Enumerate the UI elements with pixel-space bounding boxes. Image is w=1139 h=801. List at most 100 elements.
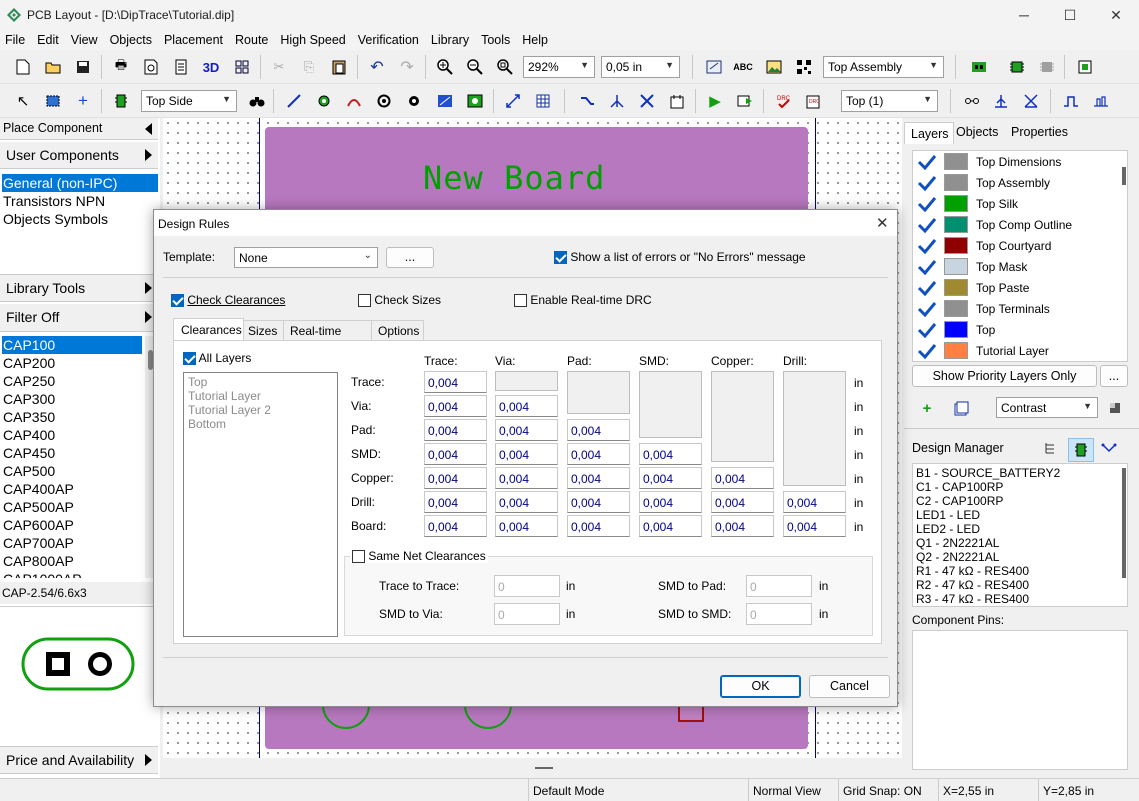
scroll-thumb[interactable]	[1122, 167, 1126, 185]
canvas-splitter[interactable]	[163, 758, 902, 778]
clearance-input[interactable]: 0,004	[567, 443, 630, 465]
layer-row[interactable]: Top Courtyard	[913, 235, 1113, 256]
clearance-input[interactable]: 0,004	[639, 443, 702, 465]
redo-icon[interactable]: ↷	[398, 58, 416, 76]
dm-nets-icon[interactable]	[1100, 439, 1118, 457]
drc-icon[interactable]: DRC	[775, 92, 793, 110]
minimize-icon[interactable]: ─	[1001, 0, 1047, 30]
menu-route[interactable]: Route	[229, 33, 274, 47]
layer-color-swatch[interactable]	[944, 342, 968, 359]
close-icon[interactable]: ✕	[876, 214, 889, 232]
pad-icon[interactable]	[375, 92, 393, 110]
dm-component-view-icon[interactable]	[1068, 438, 1094, 462]
tab-options[interactable]: Options	[372, 320, 424, 341]
clearance-input[interactable]: 0,004	[424, 491, 487, 513]
all-layers-checkbox[interactable]: All Layers	[183, 351, 251, 366]
clearance-input[interactable]: 0,004	[639, 515, 702, 537]
place-component-header[interactable]: Place Component	[0, 118, 158, 140]
user-components-header[interactable]: User Components	[0, 142, 158, 169]
visibility-check-icon[interactable]	[917, 154, 937, 170]
layer-row[interactable]: Top Assembly	[913, 172, 1113, 193]
smd-to-smd-input[interactable]: 0	[746, 603, 812, 625]
smd-to-via-input[interactable]: 0	[494, 603, 560, 625]
layer-list-item[interactable]: Tutorial Layer	[188, 389, 333, 403]
arc-trace-icon[interactable]	[345, 92, 363, 110]
clearance-input[interactable]: 0,004	[495, 467, 558, 489]
check-sizes-checkbox[interactable]: Check Sizes	[358, 293, 441, 308]
design-manager-item[interactable]: R2 - 47 kΩ - RES400	[916, 578, 1029, 592]
clearance-input[interactable]: 0,004	[567, 491, 630, 513]
layer-row[interactable]: Top Dimensions	[913, 151, 1113, 172]
clearance-input[interactable]: 0,004	[711, 491, 774, 513]
component-item[interactable]: CAP600AP	[2, 516, 74, 534]
visibility-check-icon[interactable]	[917, 175, 937, 191]
component-item[interactable]: CAP1000AP	[2, 570, 82, 578]
design-manager-item[interactable]: B1 - SOURCE_BATTERY2	[916, 466, 1060, 480]
layer-row[interactable]: Top	[913, 319, 1113, 340]
tab-layers[interactable]: Layers	[904, 122, 954, 144]
clearance-input[interactable]: 0,004	[495, 395, 558, 417]
component-item[interactable]: CAP800AP	[2, 552, 74, 570]
component-item[interactable]: CAP400AP	[2, 480, 74, 498]
report-icon[interactable]	[172, 58, 190, 76]
visibility-check-icon[interactable]	[917, 322, 937, 338]
clearance-input[interactable]: 0,004	[424, 443, 487, 465]
unroute-icon[interactable]	[638, 92, 656, 110]
component-item[interactable]: CAP700AP	[2, 534, 74, 552]
menu-objects[interactable]: Objects	[104, 33, 158, 47]
net-icon[interactable]	[992, 92, 1010, 110]
price-availability-header[interactable]: Price and Availability	[0, 746, 158, 774]
library-group-item[interactable]: Transistors NPN	[2, 192, 105, 210]
place-via-icon[interactable]	[315, 92, 333, 110]
clearance-input[interactable]: 0,004	[783, 515, 846, 537]
clearance-input[interactable]: 0,004	[495, 443, 558, 465]
layer-color-swatch[interactable]	[944, 216, 968, 233]
3d-view-icon[interactable]: 3D	[202, 58, 220, 76]
binoculars-icon[interactable]	[248, 92, 266, 110]
component-item[interactable]: CAP300	[2, 390, 55, 408]
layer-color-swatch[interactable]	[944, 153, 968, 170]
clearance-input[interactable]: 0,004	[424, 515, 487, 537]
undo-icon[interactable]: ↶	[368, 58, 386, 76]
trace-to-trace-input[interactable]: 0	[494, 575, 560, 597]
route-trace-icon[interactable]	[285, 92, 303, 110]
paste-icon[interactable]	[330, 58, 348, 76]
tab-properties[interactable]: Properties	[1011, 125, 1068, 139]
visibility-check-icon[interactable]	[917, 343, 937, 359]
component-item[interactable]: CAP500	[2, 462, 55, 480]
pointer-icon[interactable]: ↖	[14, 92, 32, 110]
side-combo[interactable]: Top Side ▼	[141, 90, 237, 112]
design-manager-item[interactable]: R1 - 47 kΩ - RES400	[916, 564, 1029, 578]
layer-list-item[interactable]: Tutorial Layer 2	[188, 403, 333, 417]
clearance-input[interactable]: 0,004	[424, 467, 487, 489]
autoroute-icon[interactable]	[578, 92, 596, 110]
zoom-out-icon[interactable]	[466, 58, 484, 76]
table-icon[interactable]	[534, 92, 552, 110]
visibility-check-icon[interactable]	[917, 217, 937, 233]
clearance-input[interactable]: 0,004	[567, 419, 630, 441]
splitter-grip[interactable]	[535, 767, 553, 769]
export-icon[interactable]	[1076, 58, 1094, 76]
layer-row[interactable]: Tutorial Layer	[913, 340, 1113, 361]
menu-tools[interactable]: Tools	[475, 33, 516, 47]
menu-help[interactable]: Help	[516, 33, 554, 47]
template-combo[interactable]: None ⌄	[234, 247, 378, 268]
clearance-input[interactable]: 0,004	[783, 491, 846, 513]
component-item[interactable]: CAP250	[2, 372, 55, 390]
component-item[interactable]: CAP200	[2, 354, 55, 372]
ratsnest-icon[interactable]	[1022, 92, 1040, 110]
properties-icon[interactable]	[705, 58, 723, 76]
layer-row[interactable]: Top Silk	[913, 193, 1113, 214]
print-icon[interactable]: 🖶	[112, 57, 130, 76]
crosshair-icon[interactable]: +	[74, 91, 92, 110]
layer-color-swatch[interactable]	[944, 258, 968, 275]
library-group-item[interactable]: Objects Symbols	[2, 210, 108, 228]
design-manager-item[interactable]: LED2 - LED	[916, 522, 980, 536]
design-manager-item[interactable]: Q2 - 2N2221AL	[916, 550, 999, 564]
tab-objects[interactable]: Objects	[956, 125, 998, 139]
run-autorouter-icon[interactable]: ▶	[706, 92, 724, 110]
clearance-input[interactable]: 0,004	[567, 467, 630, 489]
board-icon[interactable]	[970, 58, 988, 76]
open-folder-icon[interactable]	[44, 58, 62, 76]
zoom-in-icon[interactable]	[436, 58, 454, 76]
